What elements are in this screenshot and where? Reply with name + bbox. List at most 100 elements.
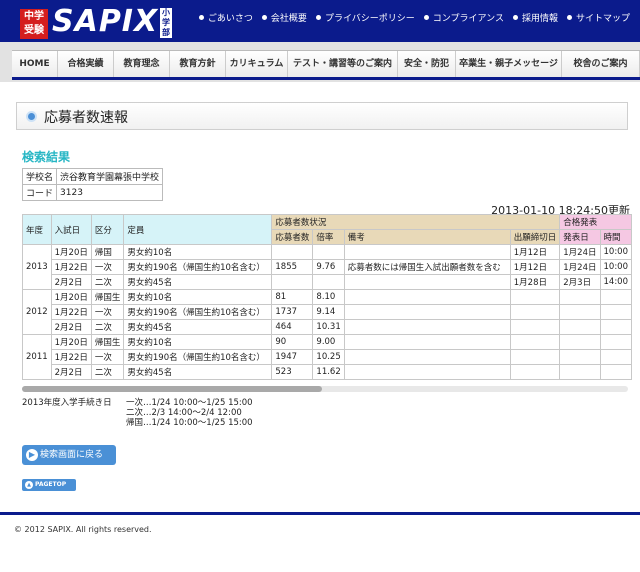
- cell-date: 2月2日: [50, 319, 92, 335]
- nav-item-safety[interactable]: 安全・防犯: [398, 51, 456, 77]
- nav-item-home[interactable]: HOME: [12, 51, 58, 77]
- cell-notes: [343, 289, 511, 305]
- cell-applicants: 464: [271, 319, 314, 335]
- bullet-icon: [315, 15, 321, 20]
- school-code-label: コード: [21, 184, 58, 201]
- logo[interactable]: SAPIX: [52, 6, 158, 38]
- cell-applicants: 1947: [271, 349, 314, 365]
- utility-link-privacy[interactable]: プライバシーポリシー: [315, 11, 415, 24]
- cell-ratio: 9.14: [312, 304, 345, 320]
- utility-link-recruit[interactable]: 採用情報: [512, 11, 558, 24]
- utility-link-label: プライバシーポリシー: [324, 14, 415, 24]
- cell-announce-date: 2月3日: [559, 274, 601, 290]
- cell-category: 二次: [90, 364, 125, 380]
- col-header-year: 年度: [22, 214, 52, 245]
- cell-capacity: 男女約190名（帰国生約10名含む）: [123, 349, 273, 365]
- site-header: 中学受験 SAPIX 小学部 ごあいさつ 会社概要 プライバシーポリシー コンプ…: [0, 0, 640, 42]
- school-name-label: 学校名: [21, 168, 58, 185]
- cell-category: 一次: [90, 349, 125, 365]
- nav-item-messages[interactable]: 卒業生・親子メッセージ: [456, 51, 562, 77]
- cell-ratio: 10.31: [312, 319, 345, 335]
- col-header-deadline: 出願締切日: [509, 229, 561, 245]
- cell-category: 帰国: [90, 244, 125, 260]
- school-info-table: 学校名 渋谷教育学園幕張中学校 コード 3123: [21, 168, 164, 201]
- cell-capacity: 男女約190名（帰国生約10名含む）: [123, 259, 273, 275]
- cell-date: 2月2日: [50, 364, 92, 380]
- cell-announce-time: [599, 289, 632, 305]
- cell-announce-time: 14:00: [599, 274, 632, 290]
- applicants-table-scroll-area[interactable]: 年度 入試日 区分 定員 応募者数状況 合格発表 応募者数 倍率 備考 出願締切…: [22, 214, 640, 382]
- table-row: 1月22日 一次 男女約190名（帰国生約10名含む） 1855 9.76 応募…: [23, 259, 632, 275]
- col-header-applicant-status: 応募者数状況: [271, 214, 561, 230]
- schedule-line: 帰国…1/24 10:00～1/25 15:00: [126, 418, 253, 428]
- cell-date: 2月2日: [50, 274, 92, 290]
- cell-notes: [343, 349, 511, 365]
- utility-link-label: サイトマップ: [575, 14, 630, 24]
- cell-category: 一次: [90, 304, 125, 320]
- logo-badge[interactable]: 中学受験: [20, 9, 48, 39]
- back-button-label: 検索画面に戻る: [40, 450, 104, 460]
- cell-announce-date: [559, 319, 601, 335]
- page-title: 応募者数速報: [44, 110, 128, 126]
- cell-ratio: [312, 244, 345, 260]
- cell-notes: [343, 304, 511, 320]
- cell-category: 二次: [90, 319, 125, 335]
- nav-item-philosophy[interactable]: 教育理念: [114, 51, 170, 77]
- cell-deadline: 1月28日: [509, 274, 561, 290]
- site-footer: © 2012 SAPIX. All rights reserved.: [0, 512, 640, 572]
- cell-ratio: [312, 274, 345, 290]
- utility-link-sitemap[interactable]: サイトマップ: [566, 11, 630, 24]
- table-header-row: 年度 入試日 区分 定員 応募者数状況 合格発表: [22, 214, 632, 245]
- nav-item-results[interactable]: 合格実績: [58, 51, 114, 77]
- nav-item-curriculum[interactable]: カリキュラム: [226, 51, 288, 77]
- copyright: © 2012 SAPIX. All rights reserved.: [14, 525, 152, 534]
- cell-deadline: [509, 289, 561, 305]
- utility-link-label: ごあいさつ: [207, 14, 253, 24]
- table-row: 学校名 渋谷教育学園幕張中学校: [21, 168, 164, 185]
- cell-applicants: 90: [271, 334, 314, 350]
- cell-announce-date: [559, 289, 601, 305]
- schedule-label: 2013年度入学手続き日: [22, 398, 112, 408]
- cell-notes: [343, 334, 511, 350]
- cell-announce-time: [599, 364, 632, 380]
- horizontal-scrollbar[interactable]: [22, 386, 628, 392]
- bullet-icon: [512, 15, 518, 20]
- cell-category: 帰国生: [90, 334, 125, 350]
- cell-year: 2013: [22, 244, 52, 290]
- cell-deadline: [509, 319, 561, 335]
- schedule-lines: 一次…1/24 10:00～1/25 15:00 二次…2/3 14:00～2/…: [126, 398, 253, 428]
- cell-announce-date: [559, 349, 601, 365]
- cell-deadline: 1月12日: [509, 244, 561, 260]
- cell-capacity: 男女約45名: [123, 274, 273, 290]
- col-header-capacity: 定員: [123, 214, 273, 245]
- utility-link-company[interactable]: 会社概要: [261, 11, 307, 24]
- col-header-ratio: 倍率: [312, 229, 345, 245]
- cell-announce-date: [559, 304, 601, 320]
- back-to-search-button[interactable]: ▶ 検索画面に戻る: [22, 445, 116, 465]
- main-nav: HOME 合格実績 教育理念 教育方針 カリキュラム テスト・講習等のご案内 安…: [12, 50, 640, 80]
- cell-deadline: [509, 364, 561, 380]
- school-name: 渋谷教育学園幕張中学校: [56, 168, 164, 185]
- scrollbar-thumb[interactable]: [22, 386, 322, 392]
- nav-item-schools[interactable]: 校舎のご案内: [562, 51, 640, 77]
- cell-capacity: 男女約10名: [123, 334, 273, 350]
- cell-ratio: 8.10: [312, 289, 345, 305]
- table-row: 2月2日 二次 男女約45名 464 10.31: [23, 319, 632, 335]
- nav-item-tests[interactable]: テスト・講習等のご案内: [288, 51, 398, 77]
- cell-announce-date: 1月24日: [559, 244, 601, 260]
- cell-capacity: 男女約10名: [123, 289, 273, 305]
- table-row: 1月22日 一次 男女約190名（帰国生約10名含む） 1947 10.25: [23, 349, 632, 365]
- utility-link-compliance[interactable]: コンプライアンス: [423, 11, 504, 24]
- nav-item-policy[interactable]: 教育方針: [170, 51, 226, 77]
- cell-date: 1月20日: [50, 334, 92, 350]
- cell-date: 1月20日: [50, 289, 92, 305]
- pagetop-button[interactable]: ▲ PAGETOP: [22, 479, 76, 491]
- cell-applicants: [271, 274, 314, 290]
- table-row: 2012 1月20日 帰国生 男女約10名 81 8.10: [22, 289, 632, 335]
- utility-link-greeting[interactable]: ごあいさつ: [198, 11, 253, 24]
- cell-applicants: 1855: [271, 259, 314, 275]
- cell-year: 2012: [22, 289, 52, 335]
- table-row: 1月22日 一次 男女約190名（帰国生約10名含む） 1737 9.14: [23, 304, 632, 320]
- bullet-icon: [198, 15, 204, 20]
- main-content: 応募者数速報 検索結果 学校名 渋谷教育学園幕張中学校 コード 3123 201…: [0, 82, 640, 512]
